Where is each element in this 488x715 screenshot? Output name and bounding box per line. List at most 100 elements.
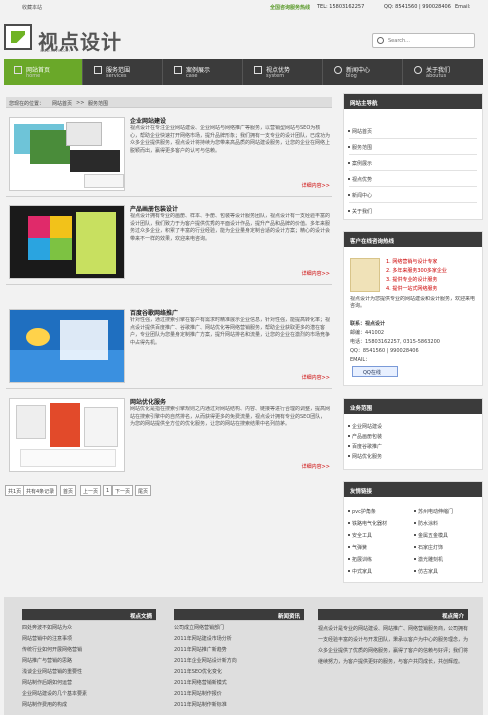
nav-blog[interactable]: 新闻中心 blog [324,59,403,85]
nav-sublabel: case [186,73,198,79]
sidebar-title: 友情链接 [344,482,482,497]
friend-link[interactable]: 仿古家具 [413,568,438,575]
article-item: 网站优化服务 网站优化是指在搜索引擎规则之内通过对网站结构、内容、链接等进行合理… [6,394,332,478]
more-link[interactable]: 详细内容>> [302,182,330,189]
friend-link[interactable]: 气弹簧 [347,544,367,551]
prev-page-button[interactable]: 上一页 [80,485,102,496]
page-total: 共1页 [5,485,25,496]
sidebar-title: 网站主导航 [344,94,482,109]
footer-link[interactable]: 2011年网站建设市场分析 [174,635,232,642]
nav-sublabel: aboutus [426,73,447,79]
footer-link[interactable]: 2011年网站制作新标准 [174,701,227,708]
nav-sublabel: services [106,73,127,79]
article-title[interactable]: 企业网站建设 [130,116,166,125]
sidebar-link[interactable]: 产品画册包装 [347,433,382,440]
footer-link[interactable]: 2011年网络营销新模式 [174,679,227,686]
breadcrumb-home[interactable]: 网站首页 [52,100,72,107]
friend-link[interactable]: 防水涂料 [413,520,438,527]
footer-link[interactable]: 2011年企业网站设计新方向 [174,657,237,664]
friend-link[interactable]: 金属五金模具 [413,532,448,539]
contact-desc: 视点设计为您提供专业的网站建设和设计服务，欢迎来电咨询。 [350,296,476,309]
footer-link[interactable]: 网站制作费用的构成 [22,701,67,708]
sidebar-services: 业务范围 企业网站建设 产品画册包装 百度谷歌推广 网站优化服务 [343,398,483,470]
breadcrumb-prefix: 您现在的位置： [9,101,45,107]
divider [318,620,468,621]
article-thumbnail[interactable] [9,117,125,191]
breadcrumb-current: 服务范围 [88,101,109,107]
sidebar-link[interactable]: 关于我们 [347,208,372,215]
sidebar-links: 友情链接 pvc护角条 苏州电动伸缩门 铁路电气化器材 防水涂料 安全工具 金属… [343,481,483,583]
footer-link[interactable]: 传统行业如何开展网络营销 [22,646,82,653]
sidebar-link[interactable]: 企业网站建设 [347,423,382,430]
friend-link[interactable]: 石家庄灯饰 [413,544,443,551]
sidebar-main-nav: 网站主导航 网站首页 服务范围 案例展示 视点优势 新闻中心 关于我们 [343,93,483,220]
home-icon [14,66,22,74]
next-page-button[interactable]: 下一页 [112,485,134,496]
contact-step: 4. 提供一站式网络服务 [386,286,438,292]
first-page-button[interactable]: 首页 [60,485,77,496]
footer-link[interactable]: 2011年SEO优化变化 [174,668,222,675]
footer-link[interactable]: 2011年网站制作报价 [174,690,222,697]
friend-link[interactable]: 中式家具 [347,568,372,575]
friend-link[interactable]: 苏州电动伸缩门 [413,508,453,515]
sidebar-link[interactable]: 网站首页 [347,128,372,135]
footer-link[interactable]: 网站推广与营销的思路 [22,657,72,664]
qq-online-button[interactable]: QQ在线 [352,366,398,377]
footer: 视点文摘 四处奔波不如网站为众 网站营销中的注意事项 传统行业如何开展网络营销 … [4,597,483,715]
page-1-button[interactable]: 1 [103,485,113,496]
nav-case[interactable]: 案例展示 case [164,59,243,85]
friend-link[interactable]: pvc护角条 [348,508,376,515]
footer-link[interactable]: 网站营销中的注意事项 [22,635,72,642]
sidebar-link[interactable]: 服务范围 [347,144,372,151]
more-link[interactable]: 详细内容>> [302,374,330,381]
friend-link[interactable]: 拓展训练 [347,556,372,563]
contact-step: 3. 提供专业的设计服务 [386,277,438,283]
search-input[interactable] [388,36,472,46]
footer-link[interactable]: 公司成立网络营销部门 [174,624,224,631]
article-title[interactable]: 产品画册包装设计 [130,204,178,213]
sidebar-title: 业务范围 [344,399,482,414]
friend-link[interactable]: 安全工具 [347,532,372,539]
main-nav: 网站首页 home 服务范围 services 案例展示 case 视点优势 syste… [4,59,483,85]
footer-link[interactable]: 浅谈企业网站营销的重要性 [22,668,82,675]
sidebar-link[interactable]: 百度谷歌推广 [347,443,382,450]
article-thumbnail[interactable] [9,205,125,279]
article-summary: 视点设计在专注企业网站建设、企业网站与网络推广等服务，以营销型网站与SEO为核心… [130,125,330,154]
nav-home[interactable]: 网站首页 home [4,59,83,85]
contact-panel: 客户在线咨询热线 1. 网络营销与设计专家 2. 多年来服务300多家企业 3.… [343,231,483,386]
breadcrumb: 您现在的位置： 网站首页 >> 服务范围 [6,97,332,108]
sidebar-link[interactable]: 网站优化服务 [347,453,382,460]
footer-link[interactable]: 企业网站建设的几个基本要素 [22,690,87,697]
tel-text: TEL: 15803162257 [317,4,365,10]
record-count: 共有4条记录 [23,485,58,496]
logo[interactable]: 视点设计 www.sdvs.com [4,24,122,54]
sidebar-link[interactable]: 新闻中心 [347,192,372,199]
nav-sublabel: blog [346,73,357,79]
friend-link[interactable]: 激光雕刻机 [413,556,443,563]
sidebar-link[interactable]: 案例展示 [347,160,372,167]
sidebar-link[interactable]: 视点优势 [347,176,372,183]
article-title[interactable]: 百度谷歌网络推广 [130,308,178,317]
contact-zip: 邮编：441002 [350,330,385,336]
nav-services[interactable]: 服务范围 services [84,59,163,85]
article-summary: 视点设计拥有专业的画册、样本、手册、包装等设计服务团队，视点设计有一支经验丰富的… [130,213,330,242]
divider [174,620,304,621]
divider [6,284,332,285]
footer-link[interactable]: 2011年网站推广新趋势 [174,646,227,653]
notebook-icon [350,258,380,292]
footer-link[interactable]: 网站制作后期如何运营 [22,679,72,686]
favorite-link[interactable]: 收藏本站 [22,4,42,11]
nav-aboutus[interactable]: 关于我们 aboutus [404,59,483,85]
top-bar: 收藏本站 全国咨询服务热线 TEL: 15803162257 QQ: 85415… [0,0,488,14]
article-thumbnail[interactable] [9,309,125,383]
footer-col-title: 视点简介 [318,609,468,620]
friend-link[interactable]: 铁路电气化器材 [347,520,387,527]
footer-link[interactable]: 四处奔波不如网站为众 [22,624,72,631]
search-icon[interactable] [377,37,384,44]
article-thumbnail[interactable] [9,398,125,472]
more-link[interactable]: 详细内容>> [302,463,330,470]
more-link[interactable]: 详细内容>> [302,270,330,277]
last-page-button[interactable]: 尾页 [135,485,152,496]
article-title[interactable]: 网站优化服务 [130,397,166,406]
nav-system[interactable]: 视点优势 system [244,59,323,85]
